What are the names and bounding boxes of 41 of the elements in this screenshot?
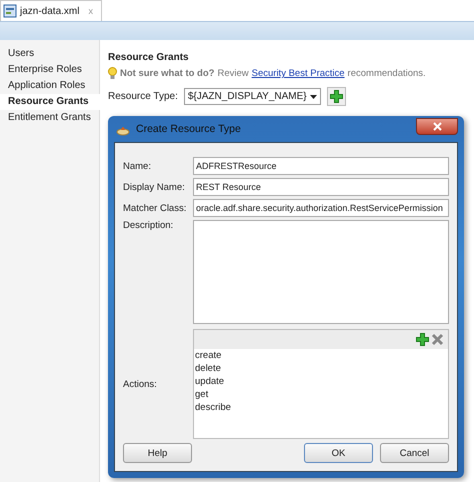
lightbulb-icon [108, 67, 117, 80]
sidebar-item[interactable]: Entitlement Grants [0, 110, 99, 126]
add-button[interactable] [326, 87, 346, 106]
field-label: Display Name: [123, 182, 186, 192]
field-label: Matcher Class: [123, 202, 188, 214]
cancel-button[interactable]: Cancel [380, 443, 449, 463]
dropdown-arrow-icon [310, 94, 317, 98]
list-item[interactable]: describe [194, 401, 448, 414]
help-button[interactable]: Help [123, 443, 192, 463]
delete-icon[interactable] [431, 333, 444, 346]
sidebar-item[interactable]: Enterprise Roles [0, 62, 99, 78]
field-label: Description: [123, 220, 174, 231]
editor-tab[interactable]: jazn-data.xml x [0, 0, 102, 21]
field-label: Name: [123, 160, 152, 172]
hint-question: Not sure what to do? [120, 68, 214, 79]
resource-type-label: Resource Type: [108, 91, 178, 102]
list-item[interactable]: update [194, 375, 448, 388]
document-icon [3, 4, 17, 18]
add-icon [416, 333, 429, 346]
sidebar-item[interactable]: Resource Grants [0, 94, 100, 110]
tab-title: jazn-data.xml [20, 6, 80, 16]
ok-button[interactable]: OK [304, 443, 373, 463]
best-practice-link[interactable]: Security Best Practice [252, 68, 345, 79]
sidebar-item[interactable]: Application Roles [0, 78, 99, 94]
resource-type-dropdown[interactable]: ${JAZN_DISPLAY_NAME} [184, 88, 321, 105]
text-field[interactable]: ADFRESTResource [193, 157, 449, 175]
plus-icon [330, 90, 343, 103]
field-label: Actions: [123, 378, 158, 390]
hint-text: recommendations. [348, 68, 426, 79]
text-field[interactable]: REST Resource [193, 178, 449, 196]
list-item[interactable]: get [194, 388, 448, 401]
description-field[interactable] [193, 220, 449, 324]
hint-text: Review [217, 68, 249, 79]
close-button[interactable] [416, 118, 458, 134]
close-icon [432, 122, 442, 130]
dialog-title: Create Resource Type [136, 123, 241, 135]
section-title: Resource Grants [108, 52, 190, 63]
list-item[interactable]: create [194, 349, 448, 362]
list-item[interactable]: delete [194, 362, 448, 375]
sidebar-item[interactable]: Users [0, 46, 99, 62]
text-field[interactable]: oracle.adf.share.security.authorization.RestServicePermission [193, 199, 449, 217]
